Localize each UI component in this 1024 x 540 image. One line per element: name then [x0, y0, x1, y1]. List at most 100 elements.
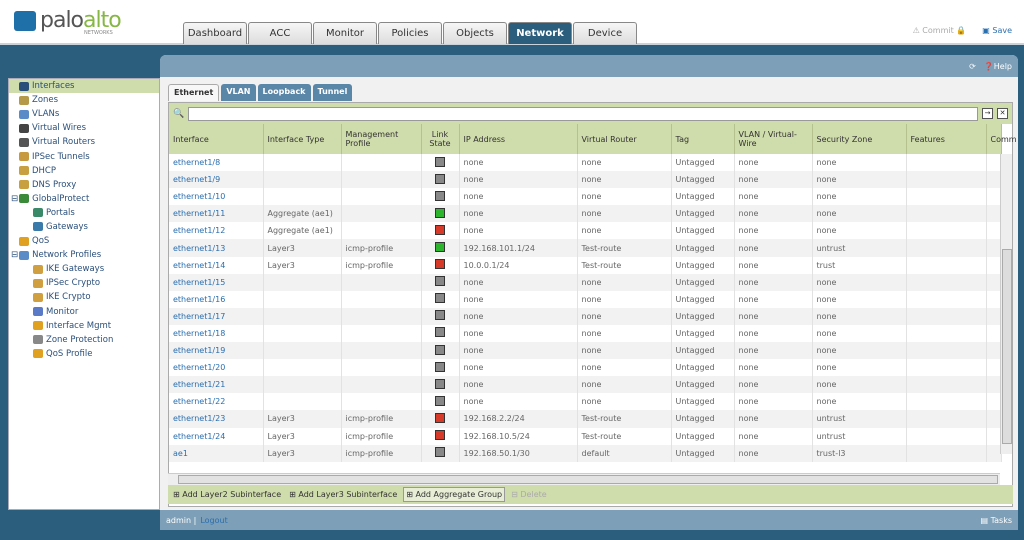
virtual-router: none — [577, 359, 672, 377]
table-row[interactable]: ethernet1/23 Layer3 icmp-profile 192.168.2.… — [169, 410, 1002, 428]
column-header-virtual-router[interactable]: Virtual Router — [577, 124, 672, 154]
interface-link[interactable]: ethernet1/11 — [169, 205, 264, 223]
interface-link[interactable]: ethernet1/8 — [169, 154, 264, 172]
interface-link[interactable]: ethernet1/15 — [169, 273, 264, 291]
table-row[interactable]: ethernet1/24 Layer3 icmp-profile 192.168.10… — [169, 427, 1002, 445]
interface-link[interactable]: ethernet1/10 — [169, 188, 264, 206]
tasks-button[interactable]: ▤ Tasks — [980, 516, 1012, 525]
table-row[interactable]: ethernet1/12 Aggregate (ae1) none none Untag… — [169, 222, 1002, 240]
column-header-security-zone[interactable]: Security Zone — [812, 124, 907, 154]
sidebar-item-dhcp[interactable]: DHCP — [9, 164, 159, 178]
sidebar-item-globalprotect[interactable]: ⊟ GlobalProtect — [9, 192, 159, 206]
column-header-comm[interactable]: Comm — [986, 124, 1017, 154]
apply-filter-button[interactable]: → — [982, 108, 993, 119]
logout-link[interactable]: Logout — [200, 516, 227, 525]
sidebar-item-interfaces[interactable]: Interfaces — [9, 79, 159, 94]
refresh-icon[interactable]: ⟳ — [969, 62, 976, 71]
column-header-vlan-virtual-wire[interactable]: VLAN / Virtual-Wire — [734, 124, 813, 154]
tab-device[interactable]: Device — [573, 22, 637, 44]
table-row[interactable]: ethernet1/21 none none Untagged none none — [169, 376, 1002, 394]
sidebar-item-virtual-routers[interactable]: Virtual Routers — [9, 135, 159, 149]
interface-link[interactable]: ethernet1/18 — [169, 324, 264, 343]
table-row[interactable]: ethernet1/15 none none Untagged none none — [169, 273, 1002, 291]
column-header-management-profile[interactable]: Management Profile — [341, 124, 422, 154]
vlan-virtual-wire: none — [734, 376, 813, 394]
tab-policies[interactable]: Policies — [378, 22, 442, 44]
table-row[interactable]: ethernet1/14 Layer3 icmp-profile 10.0.0.1/2… — [169, 256, 1002, 274]
table-row[interactable]: ethernet1/22 none none Untagged none none — [169, 393, 1002, 411]
collapse-icon[interactable]: ⊟ — [11, 194, 18, 204]
interface-link[interactable]: ethernet1/22 — [169, 393, 264, 411]
table-row[interactable]: ethernet1/11 Aggregate (ae1) none none Untag… — [169, 205, 1002, 223]
sidebar-item-monitor[interactable]: Monitor — [9, 305, 159, 319]
tab-network[interactable]: Network — [508, 22, 572, 44]
clear-filter-button[interactable]: ✕ — [997, 108, 1008, 119]
column-header-ip-address[interactable]: IP Address — [459, 124, 578, 154]
column-header-interface-type[interactable]: Interface Type — [263, 124, 342, 154]
help-button[interactable]: ❓Help — [984, 62, 1012, 71]
subtab-ethernet[interactable]: Ethernet — [168, 84, 220, 101]
save-button[interactable]: ▣ Save — [982, 26, 1012, 35]
interface-link[interactable]: ethernet1/23 — [169, 410, 264, 428]
interface-type: Aggregate (ae1) — [263, 205, 342, 223]
subtab-loopback[interactable]: Loopback — [257, 84, 311, 101]
table-row[interactable]: ethernet1/18 none none Untagged none none — [169, 324, 1002, 343]
table-row[interactable]: ethernet1/19 none none Untagged none none — [169, 342, 1002, 360]
subtab-vlan[interactable]: VLAN — [221, 84, 256, 101]
sidebar-item-ipsec-tunnels[interactable]: IPSec Tunnels — [9, 149, 159, 163]
table-row[interactable]: ethernet1/20 none none Untagged none none — [169, 359, 1002, 377]
table-row[interactable]: ethernet1/10 none none Untagged none none — [169, 188, 1002, 206]
sidebar-item-ike-gateways[interactable]: IKE Gateways — [9, 262, 159, 276]
sidebar-item-zones[interactable]: Zones — [9, 93, 159, 107]
interface-link[interactable]: ethernet1/13 — [169, 239, 264, 257]
sidebar-item-dns-proxy[interactable]: DNS Proxy — [9, 178, 159, 192]
sidebar-item-ipsec-crypto[interactable]: IPSec Crypto — [9, 276, 159, 290]
commit-button[interactable]: ⚠ Commit 🔒 — [913, 26, 967, 35]
interface-type — [263, 376, 342, 394]
table-row[interactable]: ethernet1/9 none none Untagged none none — [169, 171, 1002, 189]
interface-link[interactable]: ethernet1/24 — [169, 427, 264, 445]
tab-monitor[interactable]: Monitor — [313, 22, 377, 44]
table-row[interactable]: ethernet1/8 none none Untagged none none — [169, 154, 1002, 172]
sidebar-item-qos[interactable]: QoS — [9, 234, 159, 248]
tab-acc[interactable]: ACC — [248, 22, 312, 44]
tab-objects[interactable]: Objects — [443, 22, 507, 44]
interface-link[interactable]: ethernet1/14 — [169, 256, 264, 274]
interface-link[interactable]: ethernet1/20 — [169, 359, 264, 377]
add-layer2-subinterface-button[interactable]: ⊞ Add Layer2 Subinterface — [171, 488, 283, 501]
delete-button[interactable]: ⊟ Delete — [509, 488, 549, 501]
table-row[interactable]: ethernet1/16 none none Untagged none none — [169, 290, 1002, 308]
add-aggregate-group-button[interactable]: ⊞ Add Aggregate Group — [403, 487, 506, 502]
vertical-scrollbar[interactable] — [1000, 154, 1012, 454]
sidebar-item-qos-profile[interactable]: QoS Profile — [9, 347, 159, 361]
interface-link[interactable]: ethernet1/17 — [169, 307, 264, 325]
table-row[interactable]: ethernet1/17 none none Untagged none none — [169, 307, 1002, 325]
sidebar-item-zone-protection[interactable]: Zone Protection — [9, 333, 159, 347]
table-row[interactable]: ae1 Layer3 icmp-profile 192.168.50.1/30 defa… — [169, 444, 1002, 462]
collapse-icon[interactable]: ⊟ — [11, 250, 18, 260]
sidebar-item-gateways[interactable]: Gateways — [9, 220, 159, 234]
interface-link[interactable]: ethernet1/21 — [169, 376, 264, 394]
column-header-interface[interactable]: Interface — [169, 124, 264, 154]
tab-dashboard[interactable]: Dashboard — [183, 22, 247, 44]
interface-link[interactable]: ethernet1/9 — [169, 171, 264, 189]
search-input[interactable] — [188, 106, 978, 121]
column-header-tag[interactable]: Tag — [671, 124, 735, 154]
column-header-link-state[interactable]: Link State — [421, 124, 460, 154]
lock-icon[interactable]: 🔒 — [956, 26, 966, 35]
subtab-tunnel[interactable]: Tunnel — [312, 84, 353, 101]
interface-link[interactable]: ethernet1/19 — [169, 342, 264, 360]
table-row[interactable]: ethernet1/13 Layer3 icmp-profile 192.168.10… — [169, 239, 1002, 257]
column-header-features[interactable]: Features — [906, 124, 987, 154]
sidebar-item-virtual-wires[interactable]: Virtual Wires — [9, 121, 159, 135]
interface-link[interactable]: ethernet1/12 — [169, 222, 264, 240]
horizontal-scrollbar[interactable] — [168, 473, 1000, 485]
sidebar-item-vlans[interactable]: VLANs — [9, 107, 159, 121]
sidebar-item-ike-crypto[interactable]: IKE Crypto — [9, 290, 159, 304]
sidebar-item-network-profiles[interactable]: ⊟ Network Profiles — [9, 248, 159, 262]
interface-link[interactable]: ae1 — [169, 444, 264, 462]
sidebar-item-portals[interactable]: Portals — [9, 206, 159, 220]
add-layer3-subinterface-button[interactable]: ⊞ Add Layer3 Subinterface — [287, 488, 399, 501]
interface-link[interactable]: ethernet1/16 — [169, 290, 264, 308]
sidebar-item-interface-mgmt[interactable]: Interface Mgmt — [9, 319, 159, 333]
